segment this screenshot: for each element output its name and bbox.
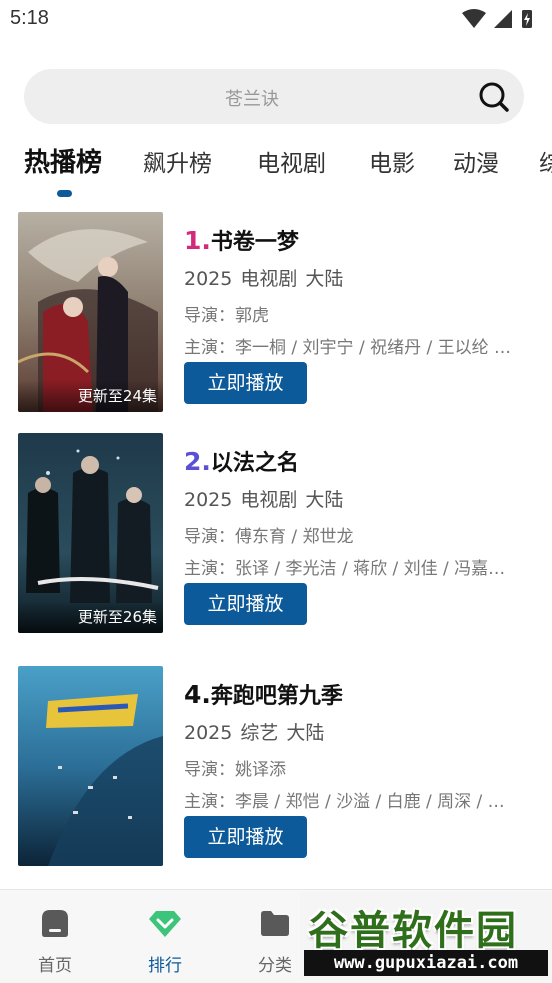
- nav-home-label: 首页: [38, 956, 72, 976]
- list-item[interactable]: 4.奔跑吧第九季 2025 综艺 大陆 导演：姚译添 主演：李晨 / 郑恺 / 沙溢…: [0, 666, 552, 866]
- status-icons: [462, 9, 532, 28]
- title-text: 奔跑吧第九季: [210, 684, 343, 709]
- watermark-title: 谷普软件园: [308, 908, 518, 954]
- search-placeholder: 苍兰诀: [225, 89, 279, 110]
- tab-indicator: [57, 190, 72, 197]
- rank-number: 2.: [184, 447, 211, 476]
- signal-icon: [494, 10, 512, 28]
- item-meta: 2025 电视剧 大陆: [184, 485, 351, 512]
- year: 2025: [184, 722, 233, 744]
- cast: 主演：张译 / 李光洁 / 蒋欣 / 刘佳 / 冯嘉…: [184, 559, 506, 579]
- watermark-url: www.gupuxiazai.com: [304, 950, 548, 976]
- poster-badge: 更新至26集: [18, 601, 163, 633]
- item-meta: 2025 综艺 大陆: [184, 718, 332, 745]
- title-text: 以法之名: [210, 451, 299, 476]
- poster-image[interactable]: 更新至26集: [18, 433, 163, 633]
- search-bar[interactable]: 苍兰诀: [24, 69, 524, 124]
- item-meta: 2025 电视剧 大陆: [184, 264, 351, 291]
- region: 大陆: [305, 268, 344, 290]
- wifi-icon: [462, 9, 486, 28]
- item-title: 1.书卷一梦: [184, 224, 299, 256]
- tab-rising[interactable]: 飙升榜: [143, 144, 212, 178]
- status-time: 5:18: [10, 7, 49, 29]
- status-bar: 5:18: [0, 0, 552, 40]
- region: 大陆: [305, 489, 344, 511]
- list-item[interactable]: 更新至26集 2.以法之名 2025 电视剧 大陆 导演：傅东育 / 郑世龙 主演：…: [0, 433, 552, 633]
- region: 大陆: [286, 722, 325, 744]
- item-title: 2.以法之名: [184, 445, 299, 477]
- item-title: 4.奔跑吧第九季: [184, 678, 343, 710]
- category-tabs: 热播榜 飙升榜 电视剧 电影 动漫 综: [0, 140, 552, 200]
- poster-image[interactable]: 更新至24集: [18, 212, 163, 412]
- watermark-logo: 谷普软件园 www.gupuxiazai.com: [300, 892, 552, 980]
- tab-tv[interactable]: 电视剧: [257, 144, 326, 178]
- ranking-diamond-icon: [149, 911, 181, 937]
- cast: 主演：李一桐 / 刘宇宁 / 祝绪丹 / 王以纶 …: [184, 338, 512, 358]
- play-button[interactable]: 立即播放: [184, 583, 307, 625]
- play-button[interactable]: 立即播放: [184, 362, 307, 404]
- director: 导演：姚译添: [184, 760, 286, 780]
- nav-home[interactable]: 首页: [0, 890, 110, 983]
- genre: 电视剧: [240, 268, 298, 290]
- genre: 综艺: [240, 722, 279, 744]
- director: 导演：郭虎: [184, 306, 269, 326]
- update-badge: 更新至26集: [77, 608, 157, 626]
- home-icon: [42, 910, 68, 937]
- play-button[interactable]: 立即播放: [184, 816, 307, 858]
- cast: 主演：李晨 / 郑恺 / 沙溢 / 白鹿 / 周深 / …: [184, 792, 505, 812]
- nav-ranking-label: 排行: [148, 956, 182, 976]
- tab-movie[interactable]: 电影: [369, 144, 415, 178]
- year: 2025: [184, 268, 233, 290]
- director: 导演：傅东育 / 郑世龙: [184, 527, 354, 547]
- tab-hot[interactable]: 热播榜: [24, 142, 102, 179]
- tab-variety[interactable]: 综: [539, 144, 552, 178]
- poster-badge: 更新至24集: [18, 380, 163, 412]
- year: 2025: [184, 489, 233, 511]
- nav-ranking[interactable]: 排行: [110, 890, 220, 983]
- rank-number: 4.: [184, 680, 211, 709]
- genre: 电视剧: [240, 489, 298, 511]
- title-text: 书卷一梦: [210, 230, 299, 255]
- poster-image[interactable]: [18, 666, 163, 866]
- folder-icon: [261, 911, 289, 936]
- tab-anime[interactable]: 动漫: [453, 144, 499, 178]
- poster-art: [18, 666, 163, 866]
- rank-number: 1.: [184, 226, 211, 255]
- search-icon[interactable]: [478, 81, 510, 113]
- list-item[interactable]: 更新至24集 1.书卷一梦 2025 电视剧 大陆 导演：郭虎 主演：李一桐 / 刘…: [0, 212, 552, 412]
- update-badge: 更新至24集: [77, 387, 157, 405]
